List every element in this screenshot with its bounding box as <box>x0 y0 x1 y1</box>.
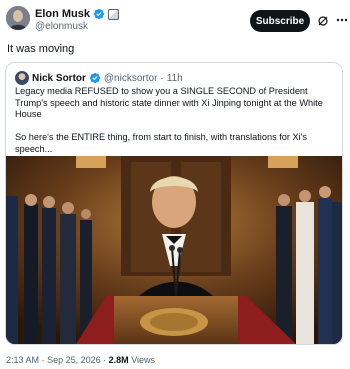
post-metadata: 2:13 AM · Sep 25, 2026 · 2.8M Views <box>6 355 155 365</box>
quoted-paragraph-2: So here's the ENTIRE thing, from start t… <box>15 132 308 154</box>
author-display-name[interactable]: Elon Musk <box>35 8 90 20</box>
views-label: Views <box>131 355 156 365</box>
verified-badge-icon[interactable] <box>93 8 105 20</box>
post-time[interactable]: 2:13 AM <box>6 355 39 365</box>
views-count[interactable]: 2.8M <box>109 355 129 365</box>
meta-separator-1: · <box>41 355 45 365</box>
quoted-separator: · <box>160 72 164 84</box>
more-options-icon[interactable] <box>336 18 348 22</box>
quoted-paragraph-1: Legacy media REFUSED to show you a SINGL… <box>15 86 323 119</box>
quoted-post[interactable]: Nick Sortor @nicksortor · 11h Legacy med… <box>5 62 343 345</box>
quoted-verified-badge-icon[interactable] <box>89 72 101 84</box>
quoted-author-name[interactable]: Nick Sortor <box>32 73 86 84</box>
avatar-photo-icon <box>6 6 30 30</box>
quoted-timestamp[interactable]: 11h <box>167 73 183 84</box>
quoted-author-avatar[interactable] <box>15 71 29 85</box>
meta-separator-2: · <box>103 355 107 365</box>
author-avatar[interactable] <box>6 6 30 30</box>
video-thumbnail-image <box>6 156 342 344</box>
tweet-text: It was moving <box>7 43 75 55</box>
post-date[interactable]: Sep 25, 2026 <box>47 355 101 365</box>
author-handle[interactable]: @elonmusk <box>35 21 88 32</box>
author-name-row: Elon Musk <box>35 8 120 20</box>
quoted-author-handle[interactable]: @nicksortor <box>104 73 158 84</box>
quoted-post-text: Legacy media REFUSED to show you a SINGL… <box>15 86 337 167</box>
affiliation-badge-icon[interactable] <box>108 8 120 20</box>
subscribe-button[interactable]: Subscribe <box>250 10 310 32</box>
video-thumbnail[interactable] <box>6 156 342 344</box>
quoted-post-header: Nick Sortor @nicksortor · 11h <box>15 71 183 85</box>
grok-icon[interactable] <box>317 15 329 27</box>
post-header: Elon Musk @elonmusk Subscribe <box>6 6 348 38</box>
